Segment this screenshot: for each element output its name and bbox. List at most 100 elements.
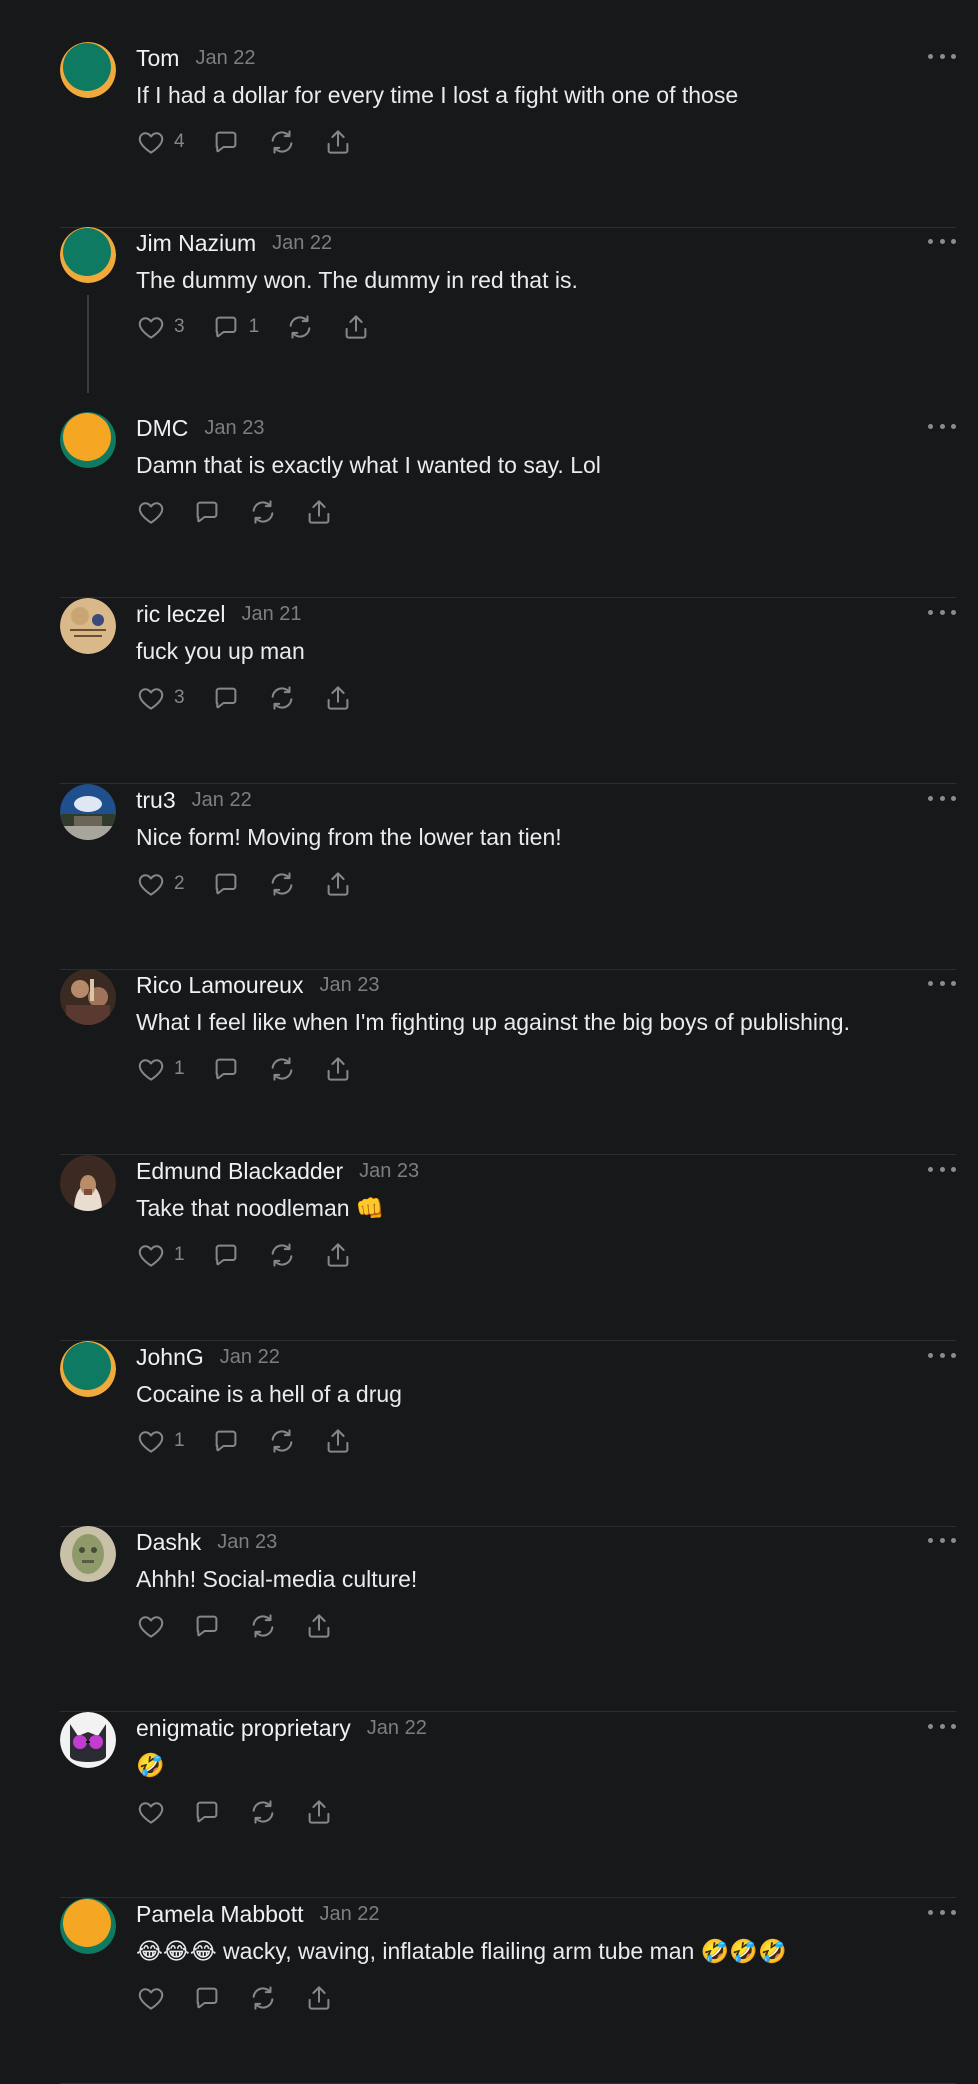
reply-button[interactable] xyxy=(192,1610,222,1642)
avatar[interactable] xyxy=(60,1712,116,1768)
comment-date[interactable]: Jan 23 xyxy=(204,417,264,440)
reply-button[interactable] xyxy=(211,1239,241,1271)
restack-button[interactable] xyxy=(267,868,297,900)
restack-button[interactable] xyxy=(248,1610,278,1642)
dot xyxy=(939,1909,945,1915)
reply-button[interactable] xyxy=(211,1053,241,1085)
like-button[interactable]: 1 xyxy=(136,1053,185,1085)
like-button[interactable]: 1 xyxy=(136,1239,185,1271)
like-button[interactable]: 2 xyxy=(136,868,185,900)
comment-date[interactable]: Jan 22 xyxy=(195,47,255,70)
reply-button[interactable]: 1 xyxy=(211,311,259,343)
reply-button[interactable] xyxy=(192,1982,222,2014)
avatar[interactable] xyxy=(60,784,116,840)
like-button[interactable]: 3 xyxy=(136,682,185,714)
share-button[interactable] xyxy=(323,868,353,900)
restack-button[interactable] xyxy=(267,1425,297,1457)
share-button[interactable] xyxy=(304,1796,334,1828)
avatar[interactable] xyxy=(60,1526,116,1582)
reply-button[interactable] xyxy=(211,868,241,900)
author-name[interactable]: DMC xyxy=(136,415,188,442)
share-button[interactable] xyxy=(323,1053,353,1085)
comment-date[interactable]: Jan 22 xyxy=(319,1903,379,1926)
restack-button[interactable] xyxy=(267,1053,297,1085)
like-button[interactable]: 1 xyxy=(136,1425,185,1457)
avatar[interactable] xyxy=(60,412,116,468)
restack-button[interactable] xyxy=(267,682,297,714)
heart-icon xyxy=(136,1054,166,1084)
reply-button[interactable] xyxy=(211,1425,241,1457)
more-options-button[interactable] xyxy=(928,1716,956,1736)
more-options-button[interactable] xyxy=(928,1345,956,1365)
reply-button[interactable] xyxy=(192,496,222,528)
comment-date[interactable]: Jan 23 xyxy=(217,1531,277,1554)
author-name[interactable]: JohnG xyxy=(136,1344,204,1371)
restack-button[interactable] xyxy=(248,1982,278,2014)
reply-button[interactable] xyxy=(211,126,241,158)
share-button[interactable] xyxy=(323,126,353,158)
author-name[interactable]: Jim Nazium xyxy=(136,230,256,257)
share-button[interactable] xyxy=(323,1425,353,1457)
avatar[interactable] xyxy=(60,1898,116,1954)
like-button[interactable] xyxy=(136,496,166,528)
avatar[interactable] xyxy=(60,598,116,654)
comment-date[interactable]: Jan 22 xyxy=(220,1346,280,1369)
more-options-button[interactable] xyxy=(928,231,956,251)
author-name[interactable]: Dashk xyxy=(136,1529,201,1556)
comment-date[interactable]: Jan 23 xyxy=(319,974,379,997)
avatar[interactable] xyxy=(60,1341,116,1397)
author-name[interactable]: Rico Lamoureux xyxy=(136,972,303,999)
reply-button[interactable] xyxy=(192,1796,222,1828)
comment-body: JohnG Jan 22 Cocaine is a hell of a drug… xyxy=(136,1341,956,1453)
restack-button[interactable] xyxy=(267,126,297,158)
more-options-button[interactable] xyxy=(928,1530,956,1550)
more-options-button[interactable] xyxy=(928,416,956,436)
like-button[interactable]: 4 xyxy=(136,126,185,158)
restack-icon xyxy=(248,1797,278,1827)
author-name[interactable]: Tom xyxy=(136,45,179,72)
share-icon xyxy=(323,683,353,713)
avatar[interactable] xyxy=(60,969,116,1025)
share-button[interactable] xyxy=(323,682,353,714)
comment-date[interactable]: Jan 22 xyxy=(367,1717,427,1740)
heart-icon xyxy=(136,127,166,157)
share-button[interactable] xyxy=(323,1239,353,1271)
comment-date[interactable]: Jan 21 xyxy=(241,603,301,626)
restack-icon xyxy=(248,1611,278,1641)
share-button[interactable] xyxy=(304,1610,334,1642)
more-options-button[interactable] xyxy=(928,46,956,66)
like-button[interactable] xyxy=(136,1796,166,1828)
more-options-button[interactable] xyxy=(928,1159,956,1179)
comment-body: DMC Jan 23 Damn that is exactly what I w… xyxy=(136,412,956,524)
more-options-button[interactable] xyxy=(928,973,956,993)
restack-button[interactable] xyxy=(248,1796,278,1828)
more-options-button[interactable] xyxy=(928,1902,956,1922)
author-name[interactable]: tru3 xyxy=(136,787,176,814)
like-button[interactable] xyxy=(136,1610,166,1642)
more-options-button[interactable] xyxy=(928,788,956,808)
like-button[interactable] xyxy=(136,1982,166,2014)
comment-date[interactable]: Jan 22 xyxy=(272,232,332,255)
restack-button[interactable] xyxy=(285,311,315,343)
share-button[interactable] xyxy=(304,496,334,528)
author-name[interactable]: enigmatic proprietary xyxy=(136,1715,351,1742)
dot xyxy=(928,53,933,59)
restack-button[interactable] xyxy=(248,496,278,528)
avatar[interactable] xyxy=(60,1155,116,1211)
like-button[interactable]: 3 xyxy=(136,311,185,343)
comment-date[interactable]: Jan 23 xyxy=(359,1160,419,1183)
share-button[interactable] xyxy=(341,311,371,343)
author-name[interactable]: Pamela Mabbott xyxy=(136,1901,303,1928)
author-name[interactable]: Edmund Blackadder xyxy=(136,1158,343,1185)
share-icon xyxy=(304,1983,334,2013)
avatar[interactable] xyxy=(60,42,116,98)
comment-date[interactable]: Jan 22 xyxy=(192,789,252,812)
reply-button[interactable] xyxy=(211,682,241,714)
restack-button[interactable] xyxy=(267,1239,297,1271)
share-icon xyxy=(304,497,334,527)
dot xyxy=(928,1537,933,1543)
share-button[interactable] xyxy=(304,1982,334,2014)
avatar[interactable] xyxy=(60,227,116,283)
more-options-button[interactable] xyxy=(928,602,956,622)
author-name[interactable]: ric leczel xyxy=(136,601,225,628)
